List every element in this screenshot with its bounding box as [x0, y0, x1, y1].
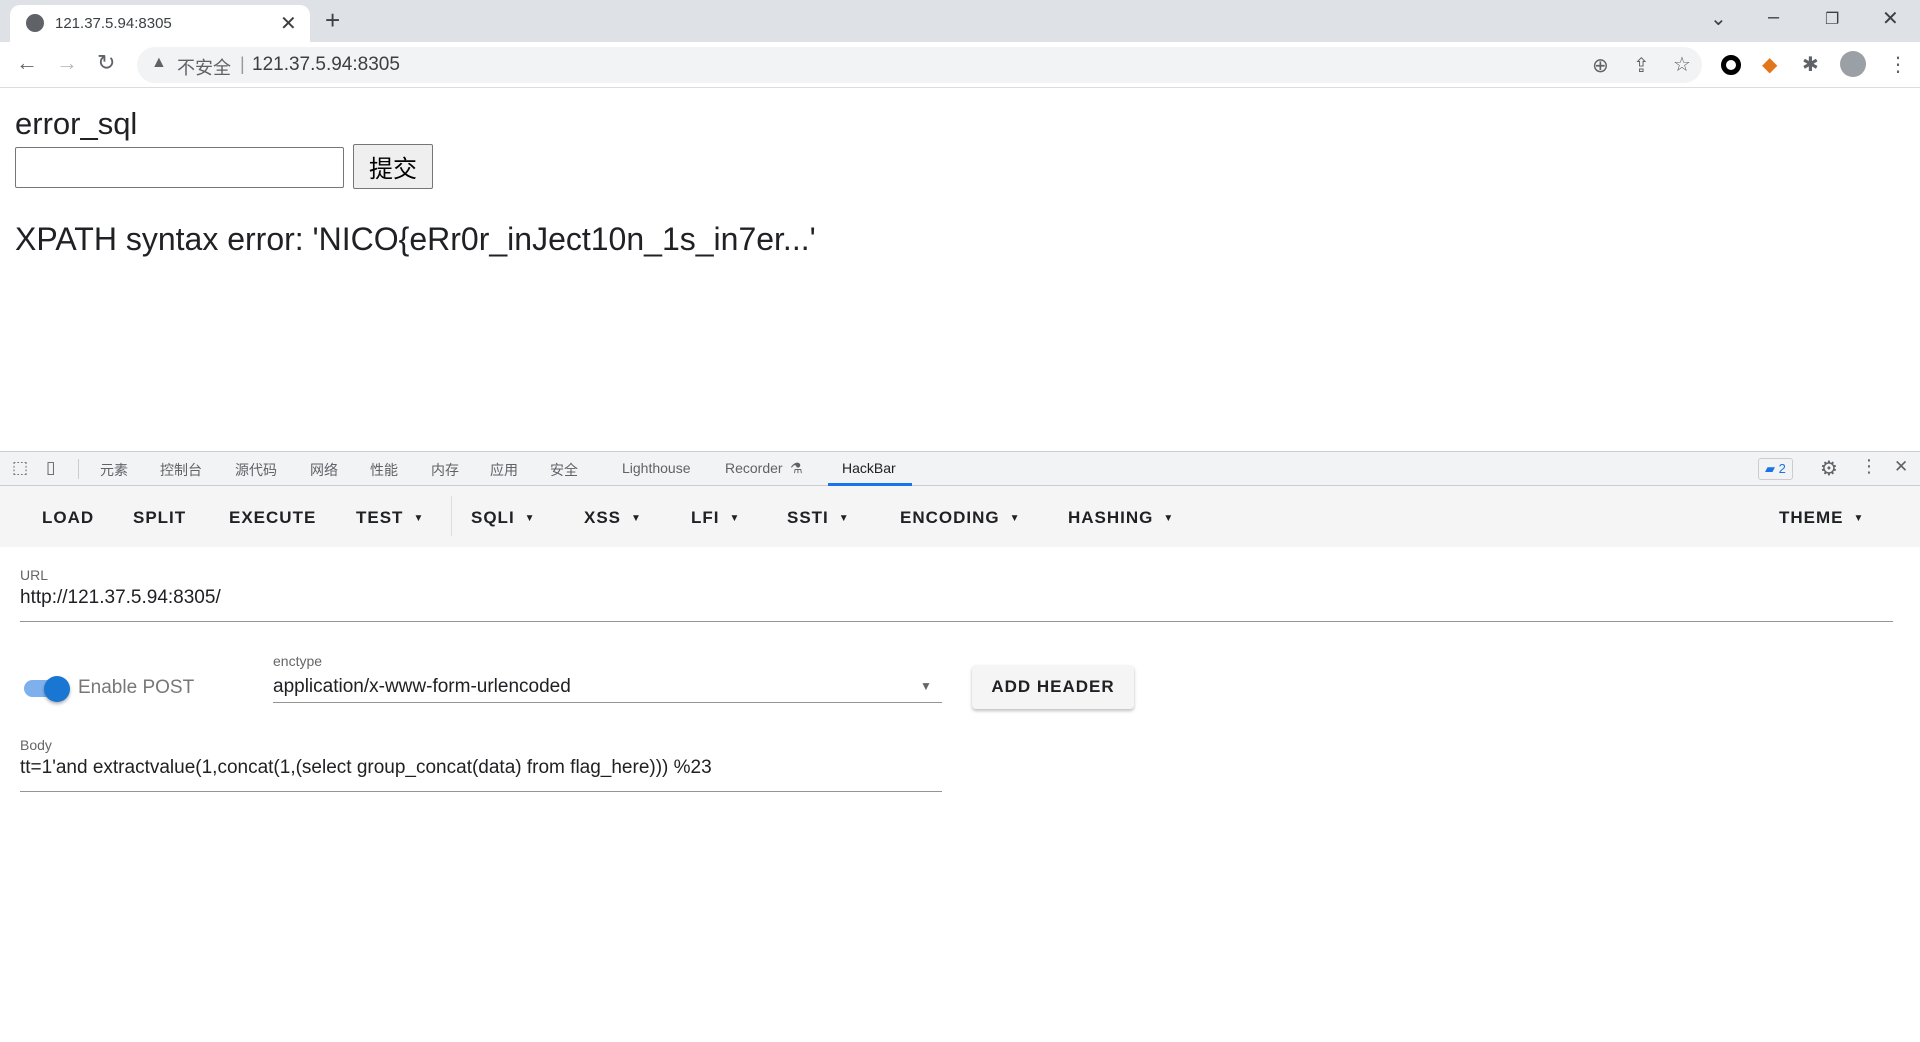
divider: [78, 459, 79, 479]
tab-console[interactable]: 控制台: [160, 460, 202, 480]
tab-recorder[interactable]: Recorder: [725, 460, 783, 476]
tab-search-chevron-icon[interactable]: ⌄: [1710, 6, 1727, 31]
caret-down-icon: ▼: [631, 513, 642, 525]
caret-down-icon: ▼: [524, 513, 536, 525]
add-header-button[interactable]: ADD HEADER: [972, 665, 1134, 709]
message-icon: ▰: [1765, 461, 1779, 476]
divider: [451, 496, 452, 536]
avatar[interactable]: [1840, 51, 1866, 77]
share-icon[interactable]: ⇪: [1633, 53, 1650, 78]
enctype-select[interactable]: application/x-www-form-urlencoded: [273, 676, 571, 698]
xss-label: XSS: [584, 508, 622, 527]
caret-down-icon: ▼: [413, 513, 425, 525]
metamask-fox-icon[interactable]: ◆: [1762, 52, 1777, 77]
sqli-label: SQLI: [471, 508, 515, 527]
theme-label: THEME: [1779, 508, 1844, 527]
tab-security[interactable]: 安全: [550, 460, 578, 480]
devtools-panel: ⬚ ▯ 元素 控制台 源代码 网络 性能 内存 应用 安全 Lighthouse…: [0, 451, 1920, 1042]
address-bar[interactable]: ▲ 不安全 | 121.37.5.94:8305 ⊕ ⇪ ☆: [137, 47, 1702, 83]
error-result-text: XPATH syntax error: 'NICO{eRr0r_inJect10…: [15, 221, 816, 257]
ssti-label: SSTI: [787, 508, 829, 527]
browser-tab[interactable]: 121.37.5.94:8305 ✕: [10, 5, 310, 42]
ssti-menu[interactable]: SSTI ▼: [787, 508, 850, 528]
tab-application[interactable]: 应用: [490, 460, 518, 480]
enable-post-label: Enable POST: [78, 677, 195, 698]
devtools-close-icon[interactable]: ✕: [1894, 457, 1908, 477]
url-underline: [20, 621, 1893, 622]
issues-badge[interactable]: ▰ 2: [1758, 458, 1793, 480]
tab-memory[interactable]: 内存: [431, 460, 459, 480]
tab-network[interactable]: 网络: [310, 460, 338, 480]
minimize-icon[interactable]: –: [1768, 6, 1779, 29]
star-icon[interactable]: ☆: [1673, 52, 1691, 77]
enctype-underline: [273, 702, 942, 703]
xss-menu[interactable]: XSS ▼: [584, 508, 642, 528]
settings-gear-icon[interactable]: ⚙: [1820, 456, 1838, 481]
zoom-icon[interactable]: ⊕: [1592, 53, 1609, 78]
tab-hackbar[interactable]: HackBar: [842, 460, 896, 476]
query-input[interactable]: [15, 147, 344, 188]
restore-icon[interactable]: ❐: [1825, 9, 1839, 29]
execute-button[interactable]: EXECUTE: [229, 508, 316, 528]
url-label: URL: [20, 567, 49, 583]
address-text[interactable]: 121.37.5.94:8305: [252, 54, 400, 76]
devtools-more-icon[interactable]: ⋮: [1860, 456, 1878, 477]
lfi-label: LFI: [691, 508, 720, 527]
hashing-menu[interactable]: HASHING ▼: [1068, 508, 1174, 528]
encoding-label: ENCODING: [900, 508, 1000, 527]
body-underline: [20, 791, 942, 792]
issues-count: 2: [1778, 461, 1786, 476]
page-title: error_sql: [15, 106, 138, 141]
reload-icon[interactable]: ↻: [97, 50, 115, 76]
security-label[interactable]: 不安全: [177, 54, 231, 80]
url-input[interactable]: http://121.37.5.94:8305/: [20, 587, 221, 609]
flask-icon: ⚗: [790, 460, 803, 476]
test-label: TEST: [356, 508, 404, 527]
tab-elements[interactable]: 元素: [100, 460, 128, 480]
back-icon[interactable]: ←: [16, 50, 38, 76]
new-tab-button[interactable]: +: [325, 5, 340, 36]
tab-strip: 121.37.5.94:8305 ✕ + ⌄ – ❐ ✕: [0, 0, 1920, 42]
test-menu[interactable]: TEST ▼: [356, 508, 424, 528]
device-toolbar-icon[interactable]: ▯: [46, 458, 55, 478]
menu-kebab-icon[interactable]: ⋮: [1888, 52, 1908, 77]
forward-icon[interactable]: →: [56, 50, 78, 76]
toggle-knob[interactable]: [44, 676, 70, 702]
extensions-puzzle-icon[interactable]: ✱: [1802, 52, 1819, 77]
tab-performance[interactable]: 性能: [370, 460, 398, 480]
caret-down-icon: ▼: [729, 513, 741, 525]
theme-menu[interactable]: THEME ▼: [1779, 508, 1864, 528]
warning-icon[interactable]: ▲: [151, 54, 167, 72]
lfi-menu[interactable]: LFI ▼: [691, 508, 740, 528]
window-close-icon[interactable]: ✕: [1882, 6, 1899, 31]
close-tab-icon[interactable]: ✕: [280, 11, 297, 36]
caret-down-icon: ▼: [1163, 513, 1175, 525]
tab-title: 121.37.5.94:8305: [55, 15, 172, 32]
body-label: Body: [20, 737, 52, 753]
split-button[interactable]: SPLIT: [133, 508, 186, 528]
caret-down-icon: ▼: [838, 513, 850, 525]
encoding-menu[interactable]: ENCODING ▼: [900, 508, 1021, 528]
hashing-label: HASHING: [1068, 508, 1154, 527]
submit-button[interactable]: 提交: [353, 144, 433, 189]
separator: |: [240, 54, 245, 74]
devtools-tabbar: ⬚ ▯ 元素 控制台 源代码 网络 性能 内存 应用 安全 Lighthouse…: [0, 452, 1920, 486]
tab-lighthouse[interactable]: Lighthouse: [622, 460, 691, 476]
load-button[interactable]: LOAD: [42, 508, 94, 528]
globe-icon: [26, 14, 44, 32]
body-input[interactable]: tt=1'and extractvalue(1,concat(1,(select…: [20, 757, 712, 779]
sqli-menu[interactable]: SQLI ▼: [471, 508, 536, 528]
inspect-element-icon[interactable]: ⬚: [12, 458, 28, 478]
caret-down-icon: ▼: [1009, 513, 1021, 525]
hackbar-toolbar: LOAD SPLIT EXECUTE TEST ▼ SQLI ▼ XSS ▼ LFI ▼…: [0, 486, 1920, 547]
dropdown-arrow-icon[interactable]: ▼: [920, 679, 932, 693]
enctype-label: enctype: [273, 653, 323, 669]
caret-down-icon: ▼: [1853, 513, 1865, 525]
extension-circle-icon[interactable]: [1721, 55, 1741, 75]
tab-sources[interactable]: 源代码: [235, 460, 277, 480]
browser-toolbar: ← → ↻ ▲ 不安全 | 121.37.5.94:8305 ⊕ ⇪ ☆ ◆ ✱…: [0, 42, 1920, 88]
